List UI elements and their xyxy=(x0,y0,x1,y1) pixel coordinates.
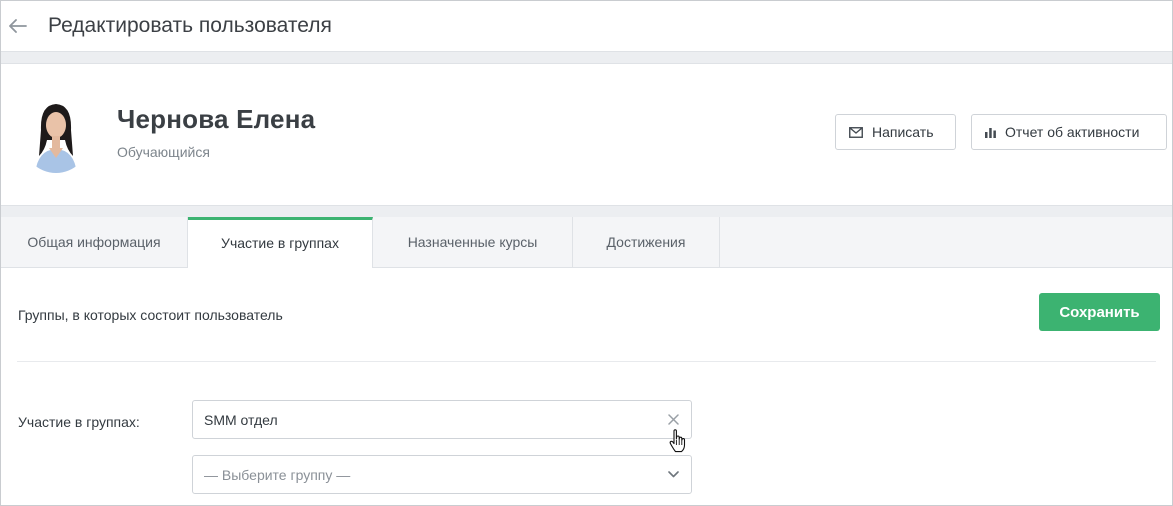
mail-icon xyxy=(849,126,863,138)
edit-user-page: Редактировать пользователя Чернова Елена… xyxy=(0,0,1173,506)
page-header: Редактировать пользователя xyxy=(1,1,1172,51)
groups-panel: Группы, в которых состоит пользователь С… xyxy=(1,268,1172,494)
selected-group-value: SMM отдел xyxy=(204,411,278,428)
chevron-down-icon xyxy=(668,456,679,493)
tab-label: Достижения xyxy=(606,234,686,250)
profile-actions: Написать Отчет об активности xyxy=(835,114,1167,150)
write-message-label: Написать xyxy=(872,124,934,140)
divider-band xyxy=(1,205,1172,217)
tab-achievements[interactable]: Достижения xyxy=(573,217,720,267)
selected-group-field[interactable]: SMM отдел xyxy=(192,400,692,439)
tab-label: Назначенные курсы xyxy=(407,234,538,250)
tab-label: Участие в группах xyxy=(221,234,339,251)
page-title: Редактировать пользователя xyxy=(48,14,332,37)
profile-card: Чернова Елена Обучающийся Написать Отчет… xyxy=(1,64,1172,205)
divider-band xyxy=(1,51,1172,64)
back-arrow-icon[interactable] xyxy=(3,11,33,41)
user-role: Обучающийся xyxy=(117,144,210,160)
tab-assigned-courses[interactable]: Назначенные курсы xyxy=(373,217,573,267)
tab-bar: Общая информация Участие в группах Назна… xyxy=(1,217,1172,268)
avatar xyxy=(23,100,89,173)
activity-report-label: Отчет об активности xyxy=(1005,124,1140,140)
group-select-placeholder: — Выберите группу — xyxy=(204,466,351,483)
tab-group-membership[interactable]: Участие в группах xyxy=(188,217,373,268)
groups-description: Группы, в которых состоит пользователь xyxy=(18,306,283,323)
write-message-button[interactable]: Написать xyxy=(835,114,956,150)
group-select[interactable]: — Выберите группу — xyxy=(192,455,692,494)
user-name: Чернова Елена xyxy=(117,104,316,134)
save-button[interactable]: Сохранить xyxy=(1039,293,1160,331)
tab-general-info[interactable]: Общая информация xyxy=(1,217,188,267)
bar-chart-icon xyxy=(985,127,996,138)
activity-report-button[interactable]: Отчет об активности xyxy=(971,114,1167,150)
profile-info: Чернова Елена Обучающийся xyxy=(117,104,315,160)
tab-label: Общая информация xyxy=(27,234,161,250)
groups-field-label: Участие в группах: xyxy=(18,414,140,430)
hand-pointer-cursor-icon xyxy=(669,429,687,458)
groups-section-header: Группы, в которых состоит пользователь С… xyxy=(17,268,1160,362)
